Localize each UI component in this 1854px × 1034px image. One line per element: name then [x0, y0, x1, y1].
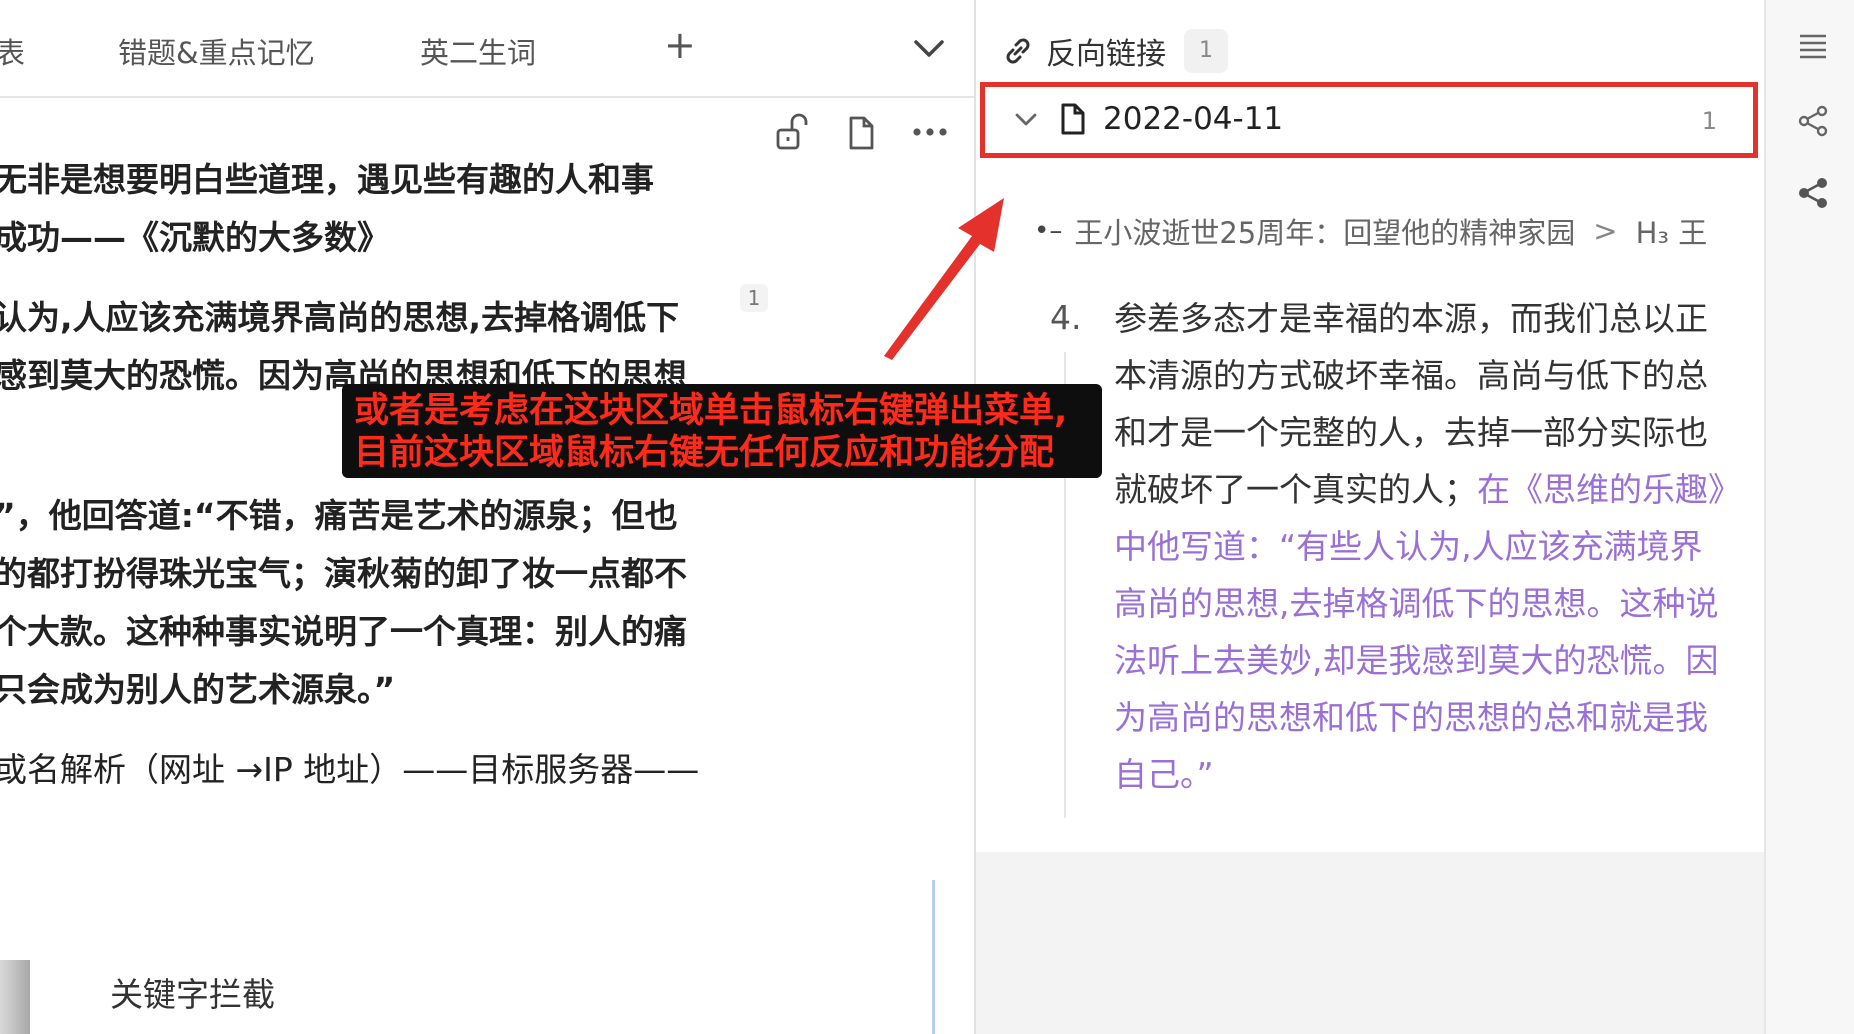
- backlinks-panel: 反向链接 1 2022-04-11 1 •– 王小波逝世25周年：回望他的精神家…: [974, 0, 1764, 1034]
- tab-mistakes[interactable]: 错题&重点记忆: [118, 30, 315, 72]
- editor-pane: 表 错题&重点记忆 英二生词 + 无非是想要明白些道理，遇见些有趣的人和事 成功…: [0, 0, 974, 1034]
- backlink-paragraph[interactable]: 参差多态才是幸福的本源，而我们总以正本清源的方式破坏幸福。高尚与低下的总和才是一…: [1114, 290, 1734, 803]
- block-indicator: [932, 880, 935, 1034]
- graph-icon[interactable]: [1796, 104, 1830, 138]
- text-line: 的都打扮得珠光宝气；演秋菊的卸了妆一点都不: [0, 554, 687, 593]
- backlinks-title: 反向链接: [1046, 37, 1166, 72]
- text-line: 或名解析（网址 →IP 地址）——目标服务器——: [0, 750, 700, 789]
- right-toolbar: [1764, 0, 1854, 1034]
- text-line: 无非是想要明白些道理，遇见些有趣的人和事: [0, 160, 654, 199]
- share-graph-icon[interactable]: [1796, 176, 1830, 210]
- tab-partial[interactable]: 表: [0, 30, 25, 72]
- annotation-arrow: [884, 198, 1004, 360]
- chevron-down-icon[interactable]: [912, 34, 946, 64]
- backlink-doc-row[interactable]: 2022-04-11 1: [980, 82, 1758, 158]
- annotation-callout: 或者是考虑在这块区域单击鼠标右键弹出菜单, 目前这块区域鼠标右键无任何反应和功能…: [342, 384, 1102, 478]
- backlinks-header: 反向链接 1: [1000, 28, 1228, 74]
- text-line: 个大款。这种种事实说明了一个真理：别人的痛: [0, 612, 687, 651]
- text-line: ”，他回答道:“不错，痛苦是艺术的源泉；但也: [0, 496, 678, 535]
- list-item-number: 4.: [1050, 298, 1082, 337]
- chevron-down-icon[interactable]: [1011, 105, 1041, 135]
- add-tab-button[interactable]: +: [664, 26, 696, 64]
- breadcrumb-doc[interactable]: 王小波逝世25周年：回望他的精神家园: [1074, 210, 1575, 252]
- file-icon[interactable]: [846, 110, 876, 154]
- breadcrumb-heading[interactable]: H₃ 王: [1636, 210, 1708, 252]
- text-line: 成功——《沉默的大多数》: [0, 218, 390, 257]
- breadcrumb-separator: >: [1593, 214, 1618, 248]
- ref-link-text[interactable]: 在《思维的乐趣》中他写道：“有些人认为,人应该充满境界高尚的思想,去掉格调低下的…: [1114, 470, 1725, 794]
- more-icon[interactable]: [912, 110, 948, 154]
- annotation-line-1: 或者是考虑在这块区域单击鼠标右键弹出菜单,: [354, 391, 1068, 431]
- annotation-line-2: 目前这块区域鼠标右键无任何反应和功能分配: [354, 433, 1055, 473]
- breadcrumb[interactable]: •– 王小波逝世25周年：回望他的精神家园 > H₃ 王: [1034, 210, 1707, 252]
- tab-bar: 表 错题&重点记忆 英二生词 +: [0, 0, 974, 98]
- list-icon[interactable]: [1796, 30, 1830, 64]
- link-icon: [1006, 38, 1030, 64]
- file-icon: [1061, 103, 1085, 135]
- tab-english-vocab[interactable]: 英二生词: [420, 30, 536, 72]
- backlink-doc-title[interactable]: 2022-04-11: [1103, 101, 1283, 137]
- backlink-doc-count: 1: [1701, 107, 1717, 135]
- keyword-block: 关键字拦截: [110, 975, 275, 1014]
- bullet-icon: •–: [1034, 216, 1063, 246]
- backlinks-count: 1: [1184, 29, 1228, 73]
- image-thumbnail[interactable]: [0, 960, 30, 1034]
- footnote-badge[interactable]: 1: [740, 284, 768, 312]
- text-line: 认为,人应该充满境界高尚的思想,去掉格调低下: [0, 298, 680, 337]
- text-line: 只会成为别人的艺术源泉。”: [0, 670, 396, 709]
- unlock-icon[interactable]: [774, 110, 808, 154]
